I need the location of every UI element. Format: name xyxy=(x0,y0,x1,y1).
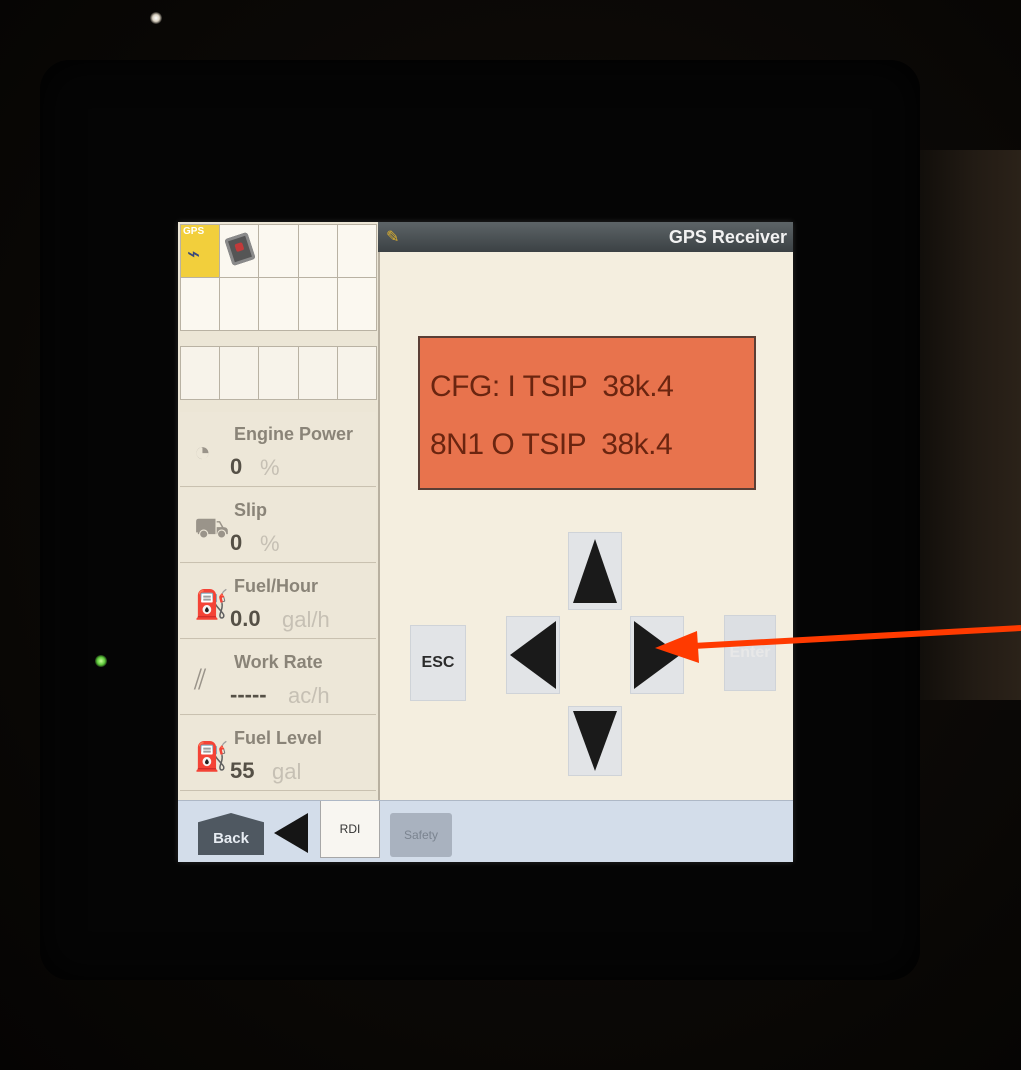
gps-receiver-icon: ⌁ xyxy=(187,241,201,266)
gauge-slip[interactable]: ⛟ Slip 0 % xyxy=(180,488,376,563)
gauge-value: 55 xyxy=(230,758,255,783)
up-arrow-icon xyxy=(573,539,617,603)
left-arrow-icon xyxy=(510,621,556,689)
gauge-value: 0 xyxy=(230,530,243,555)
empty-shortcut-slot[interactable] xyxy=(181,347,221,400)
empty-shortcut-slot[interactable] xyxy=(337,278,377,331)
gauge-unit: gal xyxy=(272,759,302,784)
display-screen: GPS ⌁ ◔ Engine Power 0 % ⛟ Slip 0 % ⛽ Fu… xyxy=(178,222,793,862)
engine-icon: ◔ xyxy=(194,436,211,467)
receiver-lcd-display: CFG: I TSIP 38k.4 8N1 O TSIP 38k.4 xyxy=(418,336,756,490)
fuel-tank-icon: ⛽ xyxy=(194,741,229,772)
empty-shortcut-slot[interactable] xyxy=(259,278,299,331)
power-led xyxy=(95,655,107,667)
gauge-work-rate[interactable]: ⫽ Work Rate ----- ac/h xyxy=(180,640,376,715)
lcd-line-2: 8N1 O TSIP 38k.4 xyxy=(430,428,673,461)
manual-book-icon xyxy=(224,231,256,267)
tab-rdi[interactable]: RDI xyxy=(320,801,380,858)
gauge-value: ----- xyxy=(230,682,267,707)
title-bar: ✎ GPS Receiver xyxy=(378,222,793,252)
arrow-shaft xyxy=(692,625,1021,649)
tractor-slip-icon: ⛟ xyxy=(194,512,230,543)
gauge-title: Fuel Level xyxy=(234,728,323,748)
gauge-value: 0.0 xyxy=(230,606,261,631)
gauge-unit: % xyxy=(260,455,280,480)
back-button[interactable]: Back xyxy=(198,813,264,855)
down-button[interactable] xyxy=(568,706,622,776)
empty-shortcut-slot[interactable] xyxy=(298,225,338,278)
empty-shortcut-slot[interactable] xyxy=(181,278,221,331)
empty-shortcut-slot[interactable] xyxy=(298,347,338,400)
empty-shortcut-slot[interactable] xyxy=(298,278,338,331)
shortcut-grid: GPS ⌁ xyxy=(180,224,377,331)
gauge-fuel-hour[interactable]: ⛽ Fuel/Hour 0.0 gal/h xyxy=(180,564,376,639)
gps-shortcut[interactable]: GPS ⌁ xyxy=(181,225,221,278)
shortcut-grid-lower xyxy=(180,346,377,400)
gps-shortcut-label: GPS xyxy=(183,226,205,237)
gauge-unit: ac/h xyxy=(288,683,330,708)
back-arrow-icon[interactable] xyxy=(274,813,308,853)
up-button[interactable] xyxy=(568,532,622,610)
bottom-tab-bar: Back RDI Safety xyxy=(178,800,793,862)
page-title: GPS Receiver xyxy=(668,227,787,247)
empty-shortcut-slot[interactable] xyxy=(220,347,260,400)
gauge-unit: gal/h xyxy=(282,607,330,632)
key-icon: ✎ xyxy=(386,229,400,246)
gauge-title: Fuel/Hour xyxy=(234,576,318,596)
gauge-engine-power[interactable]: ◔ Engine Power 0 % xyxy=(180,412,376,487)
down-arrow-icon xyxy=(573,711,617,771)
gauge-title: Slip xyxy=(234,500,268,520)
arrow-head xyxy=(655,631,699,663)
empty-shortcut-slot[interactable] xyxy=(259,347,299,400)
gauge-title: Work Rate xyxy=(234,652,323,672)
tab-safety[interactable]: Safety xyxy=(390,813,452,857)
reflection-light xyxy=(150,12,162,24)
empty-shortcut-slot[interactable] xyxy=(259,225,299,278)
esc-button[interactable]: ESC xyxy=(410,625,466,701)
fuel-pump-icon: ⛽ xyxy=(194,589,229,620)
manual-shortcut[interactable] xyxy=(220,225,260,278)
empty-shortcut-slot[interactable] xyxy=(337,225,377,278)
lcd-line-1: CFG: I TSIP 38k.4 xyxy=(430,370,674,403)
empty-shortcut-slot[interactable] xyxy=(220,278,260,331)
left-panel: GPS ⌁ ◔ Engine Power 0 % ⛟ Slip 0 % ⛽ Fu… xyxy=(178,222,380,862)
red-arrow-annotation xyxy=(655,625,1021,663)
gauge-fuel-level[interactable]: ⛽ Fuel Level 55 gal xyxy=(180,716,376,791)
gauge-unit: % xyxy=(260,531,280,556)
empty-shortcut-slot[interactable] xyxy=(337,347,377,400)
gauge-value: 0 xyxy=(230,454,243,479)
left-button[interactable] xyxy=(506,616,560,694)
gauge-title: Engine Power xyxy=(234,424,354,444)
work-rate-icon: ⫽ xyxy=(194,664,207,695)
